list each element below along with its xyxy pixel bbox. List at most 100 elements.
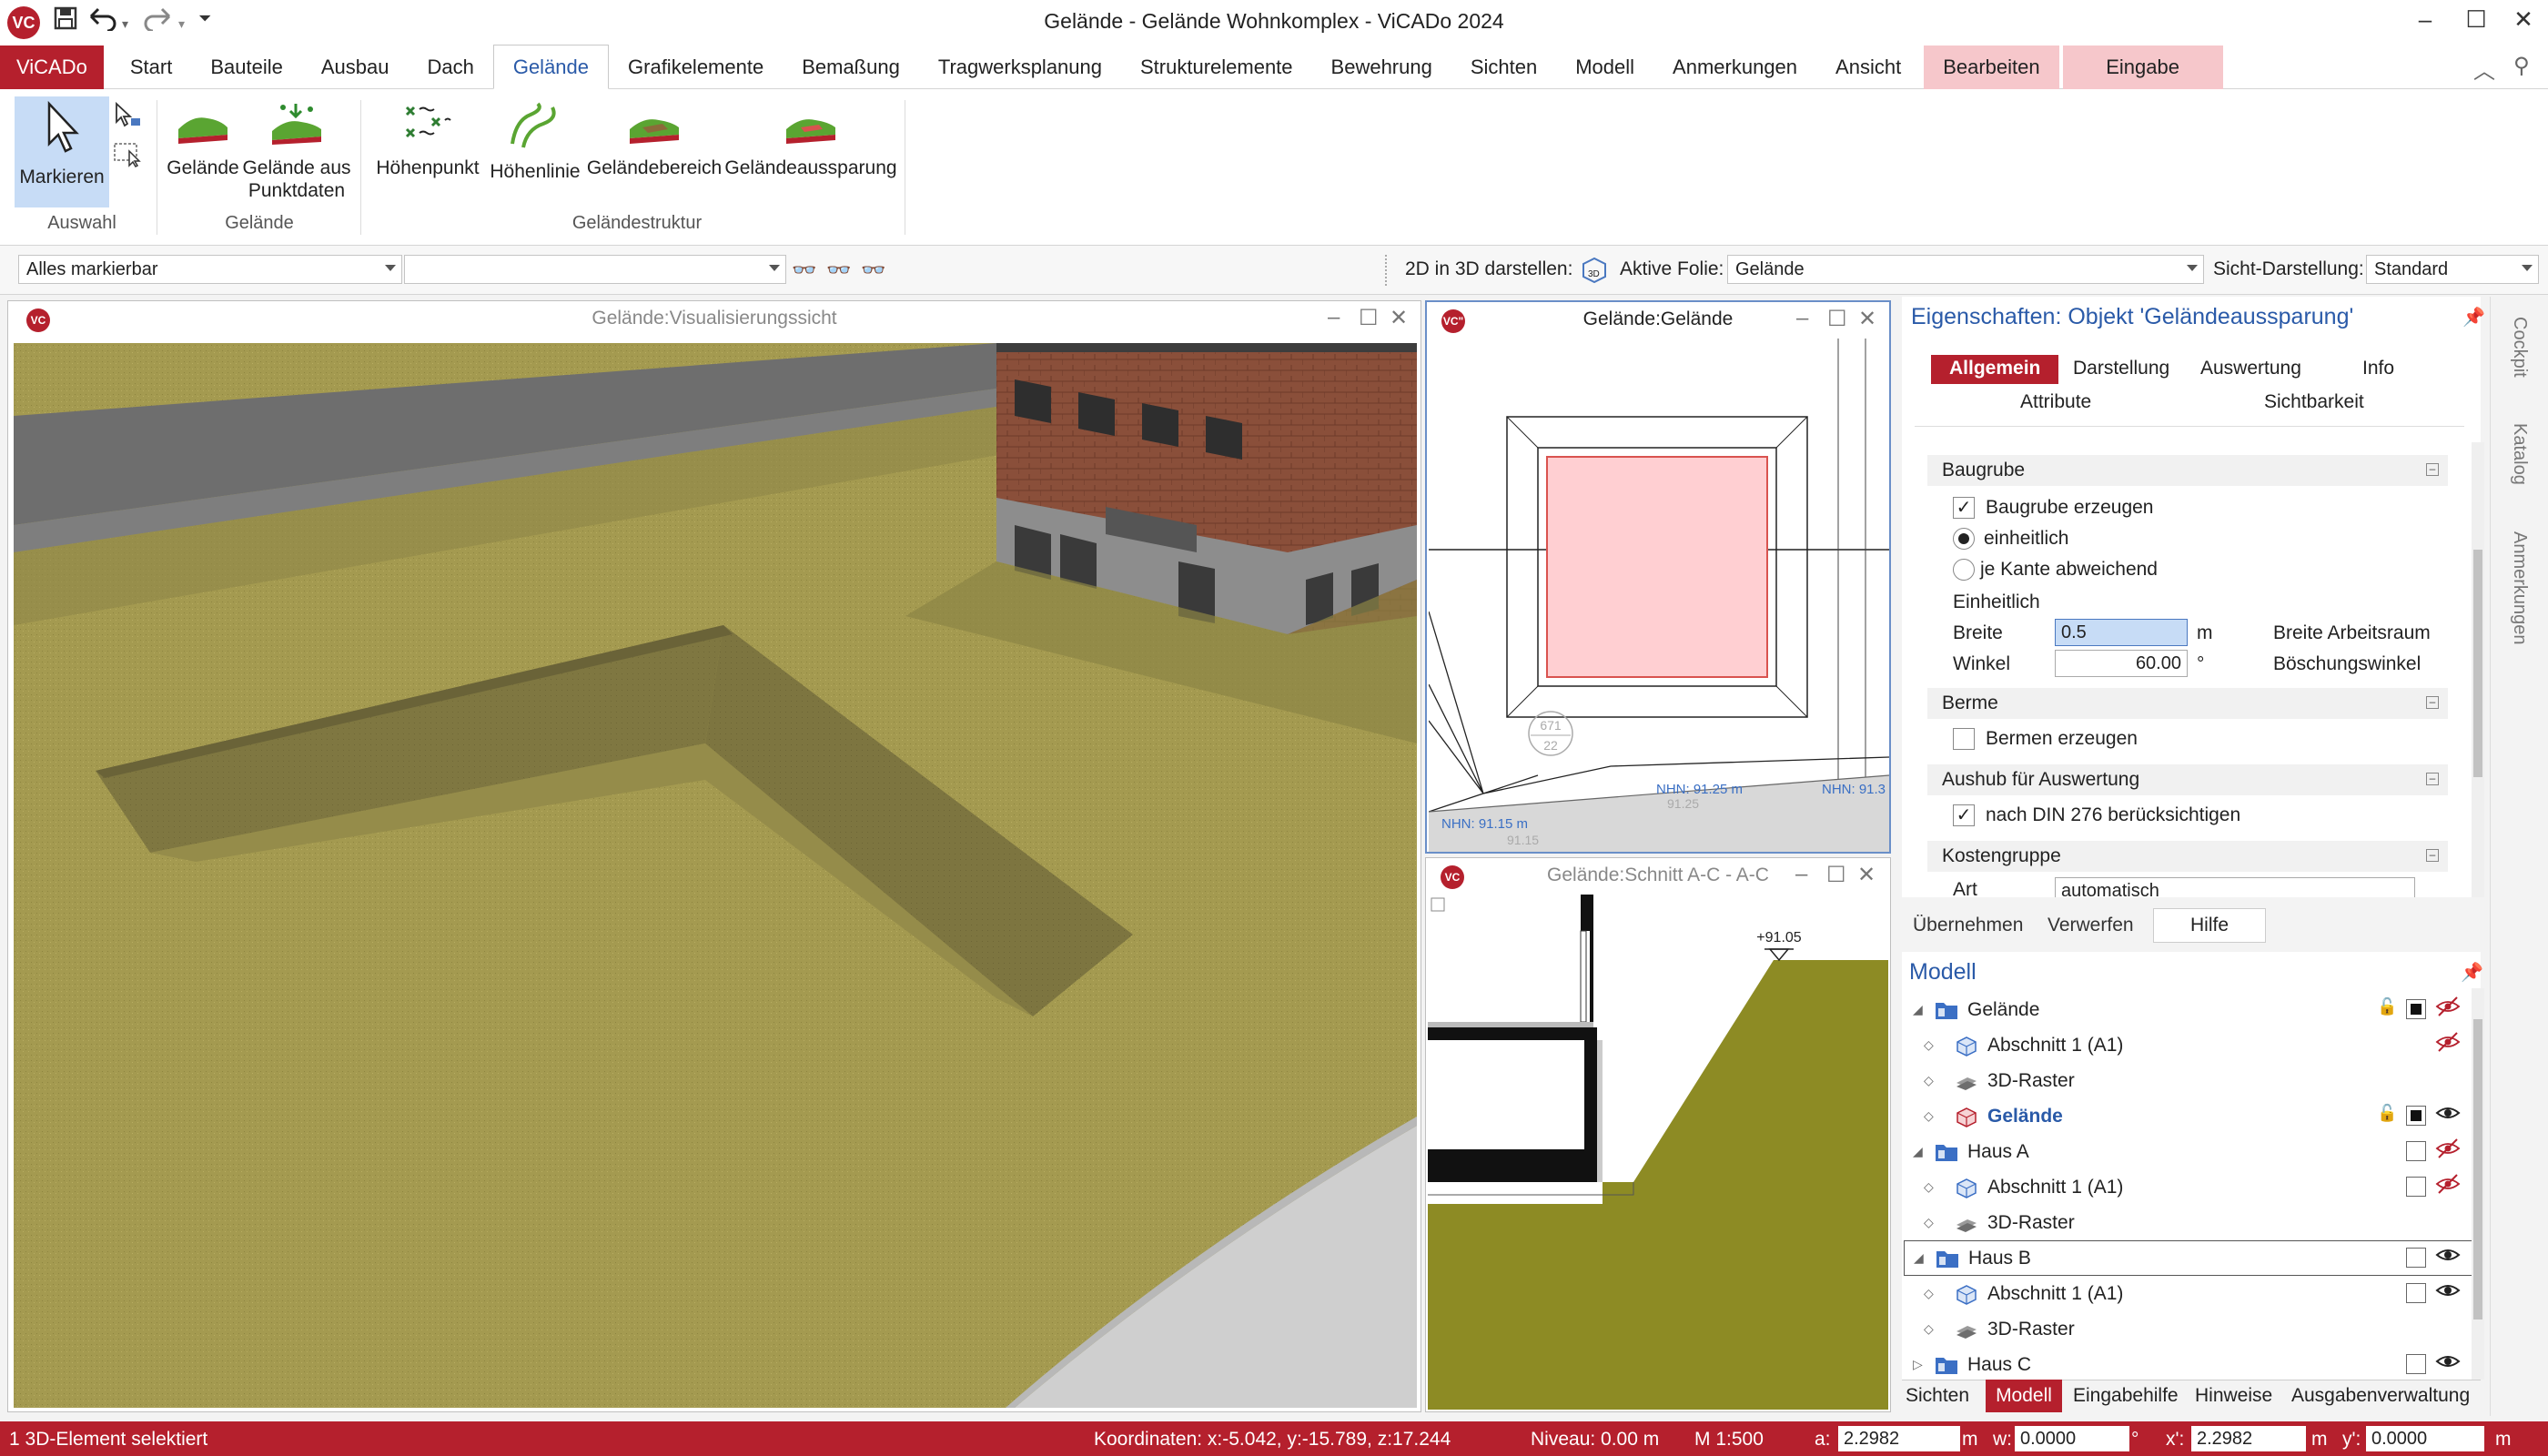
tab-attribute[interactable]: Attribute — [2020, 391, 2091, 413]
hoehenpunkt-button[interactable]: Höhenpunkt — [371, 102, 484, 179]
collapse-ribbon-icon[interactable]: ︿ — [2473, 53, 2495, 85]
tree-item[interactable]: ◇ Abschnitt 1 (A1) — [1904, 1276, 2475, 1311]
visibility-checkbox[interactable] — [2406, 1354, 2426, 1374]
eye-icon[interactable] — [2435, 1100, 2461, 1131]
tree-item[interactable]: ◇ 3D-Raster — [1904, 1063, 2475, 1098]
visibility-checkbox[interactable] — [2406, 1177, 2426, 1197]
tree-item[interactable]: ◢ Haus B — [1904, 1240, 2475, 1276]
3d-terrain-render[interactable] — [14, 343, 1417, 1408]
aktive-folie-select[interactable]: Gelände — [1727, 255, 2204, 284]
eye-icon[interactable] — [2435, 1349, 2461, 1380]
maximize-view-icon[interactable]: ☐ — [1827, 306, 1847, 332]
visibility-checkbox[interactable] — [2406, 1248, 2426, 1268]
collapse-icon[interactable]: – — [2426, 696, 2439, 709]
markieren-button[interactable]: Markieren — [16, 100, 107, 188]
2d-in-3d-toggle-icon[interactable]: 3D — [1580, 255, 1609, 288]
selection-filter-select[interactable]: Alles markierbar — [18, 255, 402, 284]
ribbon-tab-vicado[interactable]: ViCADo — [0, 45, 104, 89]
eye-icon[interactable] — [2435, 1278, 2461, 1309]
ribbon-tab-gelände[interactable]: Gelände — [492, 45, 610, 89]
collapse-icon[interactable]: – — [2426, 773, 2439, 785]
tab-ausgabenverwaltung[interactable]: Ausgabenverwaltung — [2291, 1385, 2470, 1407]
tree-item[interactable]: ◇ 3D-Raster — [1904, 1205, 2475, 1240]
collapse-icon[interactable]: – — [2426, 849, 2439, 862]
unlock-icon[interactable]: 🔓 — [2377, 1104, 2397, 1123]
visibility-checkbox[interactable] — [2406, 999, 2426, 1019]
select-cursor-small-icon[interactable] — [113, 101, 144, 134]
eye-icon[interactable] — [2435, 1242, 2461, 1273]
minimize-icon[interactable]: – — [2402, 5, 2448, 34]
binoculars-icon[interactable]: 👓 — [792, 258, 816, 282]
unlock-icon[interactable]: 🔓 — [2377, 997, 2397, 1016]
ribbon-tab-eingabe[interactable]: Eingabe — [2062, 45, 2223, 89]
tab-info[interactable]: Info — [2362, 358, 2394, 379]
maximize-icon[interactable]: ☐ — [2453, 5, 2499, 34]
ribbon-tab-strukturelemente[interactable]: Strukturelemente — [1121, 46, 1312, 89]
section-aushub[interactable]: Aushub für Auswertung – — [1927, 764, 2448, 795]
pin-panel-icon[interactable]: 📌 — [2462, 306, 2485, 329]
tree-item[interactable]: ◇ 3D-Raster — [1904, 1311, 2475, 1347]
ribbon-tab-dach[interactable]: Dach — [408, 46, 492, 89]
tab-darstellung[interactable]: Darstellung — [2073, 358, 2169, 379]
tab-hinweise[interactable]: Hinweise — [2195, 1385, 2272, 1407]
ribbon-tab-bemaßung[interactable]: Bemaßung — [783, 46, 919, 89]
tree-expand-icon[interactable]: ◢ — [1913, 1002, 1935, 1017]
tree-item[interactable]: ◢ Haus A — [1904, 1134, 2475, 1169]
ribbon-tab-start[interactable]: Start — [111, 46, 191, 89]
eye-hidden-icon[interactable] — [2435, 994, 2461, 1025]
section-view[interactable]: Gelände:Schnitt A-C - A-C VC – ☐ ✕ +91.0… — [1425, 857, 1891, 1412]
ribbon-tab-bearbeiten[interactable]: Bearbeiten — [1924, 45, 2059, 89]
art-select[interactable]: automatisch — [2055, 877, 2415, 897]
side-tab-anmerkungen[interactable]: Anmerkungen — [2493, 524, 2530, 652]
tree-expand-icon[interactable]: ◢ — [1914, 1250, 1936, 1266]
minimize-view-icon[interactable]: – — [1795, 862, 1807, 887]
select-window-icon[interactable] — [113, 140, 144, 172]
gelaendebereich-button[interactable]: Geländebereich — [586, 102, 723, 179]
eye-hidden-icon[interactable] — [2435, 1171, 2461, 1202]
gelaendeaussparung-button[interactable]: Geländeaussparung — [724, 102, 897, 179]
uebernehmen-button[interactable]: Übernehmen — [1913, 915, 2023, 936]
tree-item[interactable]: ◇ Abschnitt 1 (A1) — [1904, 1027, 2475, 1063]
winkel-input[interactable]: 60.00 — [2055, 650, 2188, 677]
y-input[interactable]: 0.0000 — [2366, 1426, 2484, 1451]
ribbon-tab-bauteile[interactable]: Bauteile — [191, 46, 302, 89]
sicht-darstellung-select[interactable]: Standard — [2366, 255, 2539, 284]
section-kostengruppe[interactable]: Kostengruppe – — [1927, 841, 2448, 872]
terrain-plan-drawing[interactable]: 671 22 NHN: 91.25 m 91.25 NHN: 91.15 m 9… — [1429, 339, 1889, 852]
baugrube-erzeugen-checkbox[interactable]: ✓ — [1953, 497, 1975, 519]
ribbon-tab-sichten[interactable]: Sichten — [1451, 46, 1556, 89]
breite-input[interactable]: 0.5 — [2055, 619, 2188, 646]
side-tab-cockpit[interactable]: Cockpit — [2493, 306, 2530, 388]
eye-hidden-icon[interactable] — [2435, 1136, 2461, 1167]
terrain-plan-view[interactable]: Gelände:Gelände VC" – ☐ ✕ 671 22 NHN: 91… — [1425, 300, 1891, 854]
eye-hidden-icon[interactable] — [2435, 1029, 2461, 1060]
gelaende-aus-punktdaten-button[interactable]: Gelände aus Punktdaten — [242, 102, 351, 202]
einheitlich-radio[interactable] — [1953, 528, 1975, 550]
close-view-icon[interactable]: ✕ — [1858, 306, 1876, 332]
close-icon[interactable]: ✕ — [2501, 5, 2546, 34]
tab-auswertung[interactable]: Auswertung — [2200, 358, 2301, 379]
ribbon-tab-ansicht[interactable]: Ansicht — [1816, 46, 1920, 89]
model-scrollbar-thumb[interactable] — [2473, 1019, 2482, 1320]
close-view-icon[interactable]: ✕ — [1390, 305, 1408, 331]
section-drawing[interactable]: +91.05 — [1428, 895, 1888, 1410]
tab-sichten[interactable]: Sichten — [1906, 1385, 1969, 1407]
pin-model-icon[interactable]: 📌 — [2461, 961, 2483, 984]
tab-modell[interactable]: Modell — [1986, 1380, 2062, 1412]
gelaende-button[interactable]: Gelände — [164, 102, 242, 179]
ribbon-tab-modell[interactable]: Modell — [1556, 46, 1653, 89]
tab-allgemein[interactable]: Allgemein — [1949, 358, 2040, 379]
section-berme[interactable]: Berme – — [1927, 688, 2448, 719]
pin-icon[interactable]: ⚲ — [2513, 53, 2530, 79]
binoculars-minus-icon[interactable]: 👓 — [826, 258, 851, 282]
hilfe-button[interactable]: Hilfe — [2153, 908, 2266, 943]
tree-item[interactable]: ▷ Haus C — [1904, 1347, 2475, 1382]
ribbon-tab-tragwerksplanung[interactable]: Tragwerksplanung — [919, 46, 1121, 89]
binoculars-plus-icon[interactable]: 👓 — [861, 258, 885, 282]
verwerfen-button[interactable]: Verwerfen — [2048, 915, 2134, 936]
second-filter-select[interactable] — [404, 255, 786, 284]
tree-expand-icon[interactable]: ▷ — [1913, 1357, 1935, 1372]
tree-item[interactable]: ◇ Abschnitt 1 (A1) — [1904, 1169, 2475, 1205]
bermen-erzeugen-checkbox[interactable] — [1953, 728, 1975, 750]
collapse-icon[interactable]: – — [2426, 463, 2439, 476]
